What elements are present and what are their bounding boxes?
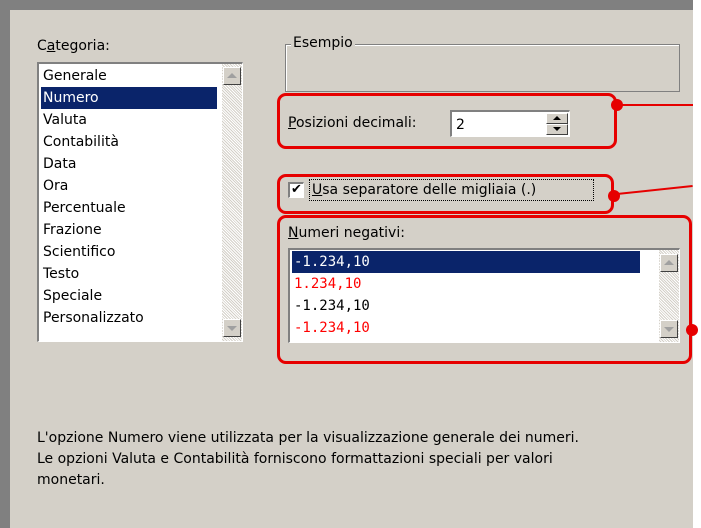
category-label-pre: C [37,38,47,54]
description-line-2: Le opzioni Valuta e Contabilità fornisco… [37,451,553,467]
annotation-negatives-box [277,215,692,364]
category-scroll-up-button[interactable] [223,67,241,85]
category-item-frazione[interactable]: Frazione [41,219,102,241]
category-item-percentuale[interactable]: Percentuale [41,197,126,219]
category-item-generale[interactable]: Generale [41,65,107,87]
category-item-data[interactable]: Data [41,153,76,175]
annotation-decimals-box [277,93,617,149]
category-item-numero[interactable]: Numero [41,87,217,109]
annotation-negatives-dot [686,324,698,336]
arrow-down-icon [227,326,237,331]
category-scroll-down-button[interactable] [223,319,241,337]
frame-right-margin [693,0,701,528]
category-item-speciale[interactable]: Speciale [41,285,102,307]
description-text: L'opzione Numero viene utilizzata per la… [37,428,687,491]
frame-left-border [0,0,10,528]
category-item-valuta[interactable]: Valuta [41,109,87,131]
category-label-post: tegoria: [55,38,110,54]
category-item-ora[interactable]: Ora [41,175,68,197]
example-group [285,44,680,92]
example-group-title: Esempio [291,35,355,51]
category-item-scientifico[interactable]: Scientifico [41,241,115,263]
category-label: Categoria: [37,38,110,55]
arrow-up-icon [227,73,237,78]
annotation-thousands-box [277,174,614,214]
category-scrollbar[interactable] [222,64,242,341]
category-item-personalizzato[interactable]: Personalizzato [41,307,144,329]
category-item-testo[interactable]: Testo [41,263,79,285]
category-item-contabilita[interactable]: Contabilità [41,131,119,153]
category-list[interactable]: Generale Numero Valuta Contabilità Data … [37,62,243,342]
description-line-1: L'opzione Numero viene utilizzata per la… [37,430,580,446]
annotation-decimals-line [620,104,693,106]
frame-top-border [0,0,701,10]
description-line-3: monetari. [37,472,105,488]
